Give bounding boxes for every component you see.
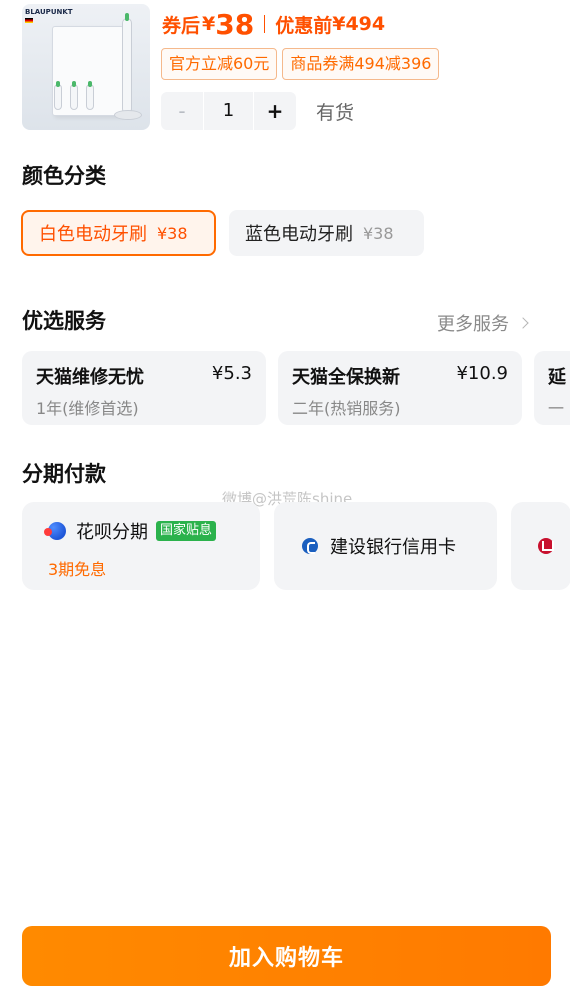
coupon-list: 官方立减60元 商品券满494减396 — [161, 48, 440, 80]
service-card[interactable]: 天猫维修无忧 ¥5.3 1年(维修首选) — [22, 351, 266, 425]
color-option-label: 白色电动牙刷 — [39, 224, 147, 245]
charging-base-image — [114, 110, 142, 120]
color-option-price: ¥38 — [157, 223, 188, 243]
more-services-link[interactable]: 更多服务 — [437, 310, 529, 336]
before-discount-price: ¥494 — [332, 13, 386, 35]
decrease-quantity-button[interactable]: - — [161, 99, 203, 123]
brush-head-image — [54, 81, 62, 110]
installment-card-huabei[interactable]: 花呗分期 国家贴息 3期免息 — [22, 502, 260, 590]
brand-logo: BLAUPUNKT — [25, 8, 73, 16]
installment-card-ccb[interactable]: 建设银行信用卡 — [274, 502, 497, 590]
color-option-price: ¥38 — [363, 223, 394, 243]
service-name: 天猫全保换新 — [292, 367, 400, 388]
chevron-right-icon — [517, 317, 529, 329]
color-option-white[interactable]: 白色电动牙刷 ¥38 — [21, 210, 216, 256]
service-desc: 二年(热销服务) — [292, 399, 401, 418]
germany-flag-icon — [25, 18, 33, 23]
stock-status: 有货 — [316, 102, 355, 124]
currency-symbol: ¥ — [202, 13, 216, 35]
ccb-bank-icon — [302, 538, 318, 554]
color-option-label: 蓝色电动牙刷 — [245, 224, 353, 245]
service-desc: 一 — [548, 399, 565, 418]
installment-name: 花呗分期 — [76, 522, 148, 543]
add-to-cart-button[interactable]: 加入购物车 — [22, 926, 551, 986]
color-section-title: 颜色分类 — [22, 164, 106, 188]
service-price: ¥5.3 — [211, 363, 252, 384]
service-card[interactable]: 延 一 — [534, 351, 570, 425]
quantity-stepper: - 1 + — [161, 92, 296, 130]
increase-quantity-button[interactable]: + — [254, 99, 296, 123]
huabei-icon — [44, 522, 66, 540]
installment-sub: 3期免息 — [48, 560, 107, 579]
installment-card-cmb[interactable] — [511, 502, 570, 590]
service-name: 天猫维修无忧 — [36, 367, 144, 388]
toothbrush-image — [122, 13, 132, 114]
before-discount-label: 优惠前 — [275, 14, 333, 37]
after-coupon-label: 券后 — [162, 14, 201, 37]
service-desc: 1年(维修首选) — [36, 399, 139, 418]
brush-head-image — [70, 81, 78, 110]
color-option-blue[interactable]: 蓝色电动牙刷 ¥38 — [229, 210, 424, 256]
coupon-badge[interactable]: 商品券满494减396 — [282, 48, 440, 80]
service-card[interactable]: 天猫全保换新 ¥10.9 二年(热销服务) — [278, 351, 522, 425]
service-price: ¥10.9 — [456, 363, 508, 384]
price-divider — [264, 15, 266, 33]
subsidy-tag: 国家贴息 — [156, 521, 217, 541]
brush-head-image — [86, 81, 94, 110]
after-coupon-price: 38 — [215, 7, 255, 41]
installment-name: 建设银行信用卡 — [330, 537, 456, 558]
cmb-bank-icon — [538, 538, 554, 554]
installment-section-title: 分期付款 — [22, 462, 106, 486]
quantity-input[interactable]: 1 — [203, 92, 254, 130]
service-section-title: 优选服务 — [22, 309, 106, 333]
service-name: 延 — [548, 367, 566, 388]
coupon-badge[interactable]: 官方立减60元 — [161, 48, 278, 80]
price-line: 券后 ¥ 38 优惠前 ¥494 — [162, 6, 385, 42]
more-services-label: 更多服务 — [437, 314, 509, 335]
product-thumbnail[interactable]: BLAUPUNKT — [22, 4, 150, 130]
